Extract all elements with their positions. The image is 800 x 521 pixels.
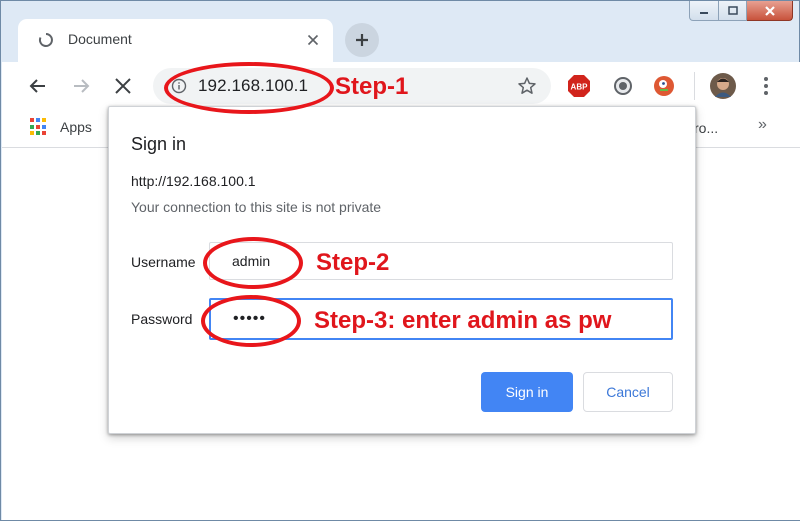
annotation-ring-username [203,237,303,289]
dialog-title: Sign in [131,134,187,154]
arrow-left-icon [29,79,45,93]
toolbar-divider [694,72,695,100]
annotation-step-3: Step-3: enter admin as pw [314,307,612,334]
close-window-button[interactable] [747,1,793,21]
stop-loading-button[interactable] [111,74,135,98]
menu-kebab-icon[interactable] [754,74,778,98]
dialog-security-note: Your connection to this site is not priv… [131,199,382,215]
profile-avatar[interactable] [710,73,736,99]
apps-bookmark[interactable]: Apps [60,119,92,135]
username-label: Username [131,254,196,270]
annotation-ring-url [164,62,334,114]
password-label: Password [131,311,193,327]
annotation-ring-password [201,295,301,347]
extension-circle-icon[interactable] [611,74,635,98]
dialog-url: http://192.168.100.1 [131,173,256,189]
annotation-step-1: Step-1 [335,73,409,100]
cancel-button[interactable]: Cancel [583,372,673,412]
apps-grid-icon[interactable] [30,118,48,136]
sign-in-dialog: Sign in http://192.168.100.1 Your connec… [108,106,696,434]
minimize-button[interactable] [689,1,719,21]
maximize-button[interactable] [719,1,747,21]
bookmarks-overflow-button[interactable]: » [758,116,767,134]
plus-icon [356,34,368,46]
tab-close-icon[interactable] [304,31,322,49]
forward-button[interactable] [69,74,93,98]
bookmark-item[interactable]: ro... [694,120,718,136]
sign-in-button[interactable]: Sign in [481,372,573,412]
back-button[interactable] [26,74,50,98]
arrow-right-icon [74,79,90,93]
close-icon [115,78,131,94]
loading-spinner-icon [38,33,53,47]
star-icon[interactable] [517,76,537,96]
tab-title: Document [68,31,132,47]
adblock-icon[interactable]: ABP [567,74,591,98]
annotation-step-2: Step-2 [316,249,390,276]
browser-tab[interactable]: Document [18,19,333,62]
duckduckgo-icon[interactable] [652,74,676,98]
browser-window: Document 192.168.100.1 ABP Apps ro... » … [0,0,800,521]
svg-text:ABP: ABP [571,83,589,92]
new-tab-button[interactable] [345,23,379,57]
window-controls [689,1,793,21]
